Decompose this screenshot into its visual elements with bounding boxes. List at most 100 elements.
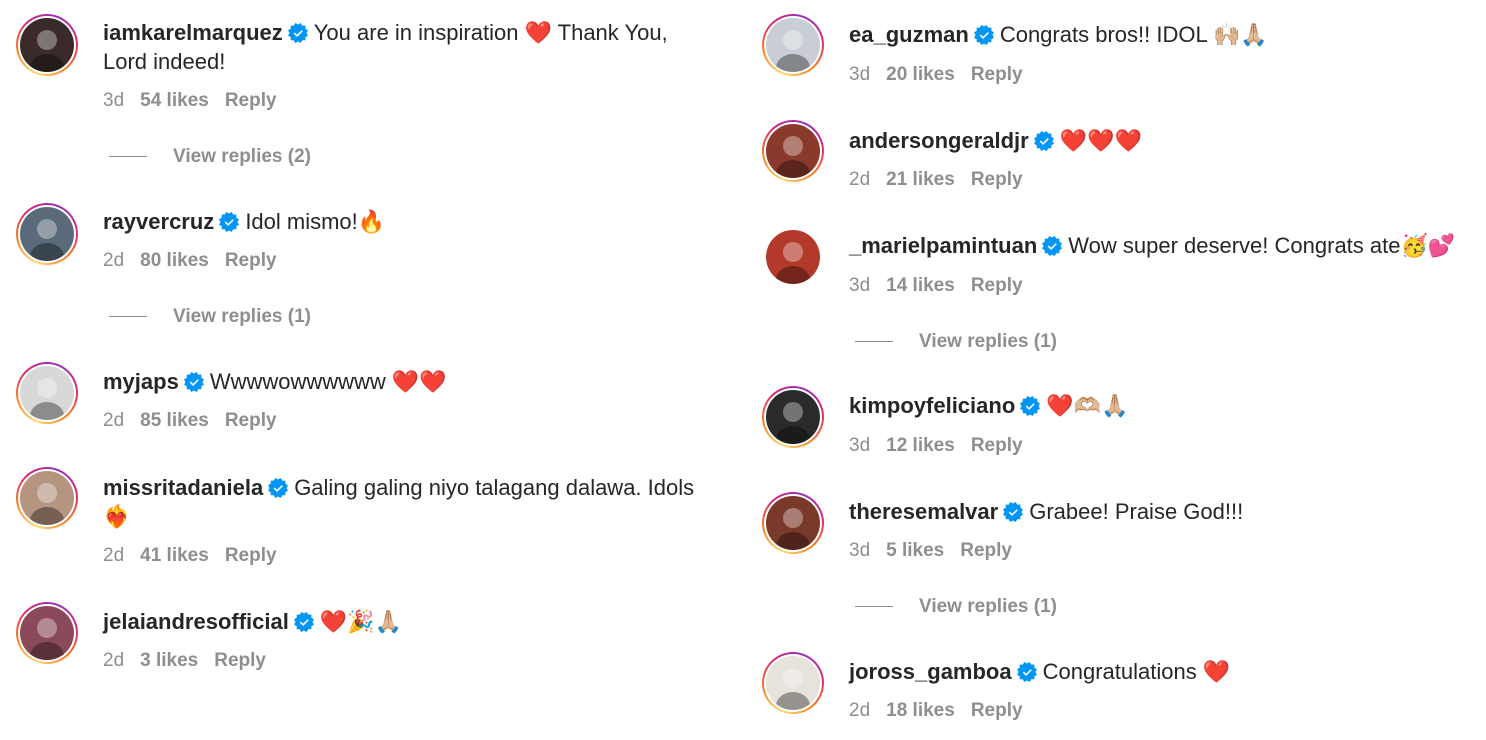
comment-body: missritadaniela Galing galing niyo talaga… <box>103 473 723 531</box>
verified-badge-icon <box>287 23 308 43</box>
comment-meta: 3d 12 likes Reply <box>849 434 1039 458</box>
username-link[interactable]: kimpoyfeliciano <box>849 393 1015 418</box>
comment-text: ❤️🎉🙏🏼 <box>319 609 403 634</box>
view-replies-label: View replies (1) <box>173 306 311 327</box>
timestamp[interactable]: 2d <box>103 545 124 566</box>
comment-body: iamkarelmarquez You are in inspiration ❤️… <box>103 18 703 76</box>
likes-count[interactable]: 3 likes <box>140 650 198 671</box>
comment-body: jelaiandresofficial ❤️🎉🙏🏼 <box>103 607 703 636</box>
avatar[interactable] <box>762 652 824 714</box>
comment-body: theresemalvar Grabee! Praise God!!! <box>849 497 1469 526</box>
comment-text: Idol mismo!🔥 <box>245 209 386 234</box>
verified-badge-icon <box>1003 502 1024 522</box>
reply-button[interactable]: Reply <box>971 435 1023 456</box>
username-link[interactable]: missritadaniela <box>103 475 263 500</box>
verified-badge-icon <box>1033 131 1054 151</box>
view-replies-button[interactable]: View replies (2) <box>109 145 311 169</box>
divider-line <box>855 341 893 343</box>
reply-button[interactable]: Reply <box>971 64 1023 85</box>
avatar[interactable] <box>16 362 78 424</box>
likes-count[interactable]: 41 likes <box>140 545 209 566</box>
comment-text: ❤️❤️❤️ <box>1059 128 1142 153</box>
timestamp[interactable]: 2d <box>849 700 870 721</box>
likes-count[interactable]: 80 likes <box>140 250 209 271</box>
view-replies-label: View replies (2) <box>173 146 311 167</box>
comment-body: kimpoyfeliciano ❤️🫶🏼🙏🏼 <box>849 391 1469 420</box>
verified-badge-icon <box>219 212 240 232</box>
likes-count[interactable]: 20 likes <box>886 64 955 85</box>
timestamp[interactable]: 3d <box>849 540 870 561</box>
view-replies-button[interactable]: View replies (1) <box>855 595 1057 619</box>
reply-button[interactable]: Reply <box>225 545 277 566</box>
avatar[interactable] <box>762 226 824 288</box>
comment-body: joross_gamboa Congratulations ❤️ <box>849 657 1469 686</box>
comment-meta: 3d 54 likes Reply <box>103 89 293 113</box>
comment-meta: 3d 20 likes Reply <box>849 63 1039 87</box>
reply-button[interactable]: Reply <box>971 700 1023 721</box>
reply-button[interactable]: Reply <box>214 650 266 671</box>
view-replies-button[interactable]: View replies (1) <box>855 330 1057 354</box>
username-link[interactable]: andersongeraldjr <box>849 128 1029 153</box>
view-replies-label: View replies (1) <box>919 596 1057 617</box>
view-replies-label: View replies (1) <box>919 331 1057 352</box>
username-link[interactable]: theresemalvar <box>849 499 998 524</box>
likes-count[interactable]: 21 likes <box>886 169 955 190</box>
divider-line <box>109 156 147 158</box>
timestamp[interactable]: 3d <box>849 275 870 296</box>
username-link[interactable]: iamkarelmarquez <box>103 20 283 45</box>
verified-badge-icon <box>183 372 204 392</box>
username-link[interactable]: joross_gamboa <box>849 659 1012 684</box>
comment-text: Congratulations ❤️ <box>1042 659 1231 684</box>
comment-meta: 2d 21 likes Reply <box>849 168 1039 192</box>
verified-badge-icon <box>268 478 289 498</box>
comment-body: _marielpamintuan Wow super deserve! Congr… <box>849 231 1486 260</box>
verified-badge-icon <box>973 25 994 45</box>
comment-meta: 2d 80 likes Reply <box>103 249 293 273</box>
reply-button[interactable]: Reply <box>225 90 277 111</box>
avatar[interactable] <box>16 467 78 529</box>
comment-text: Grabee! Praise God!!! <box>1029 499 1244 524</box>
username-link[interactable]: ea_guzman <box>849 22 969 47</box>
username-link[interactable]: myjaps <box>103 369 179 394</box>
likes-count[interactable]: 85 likes <box>140 410 209 431</box>
likes-count[interactable]: 18 likes <box>886 700 955 721</box>
likes-count[interactable]: 14 likes <box>886 275 955 296</box>
avatar[interactable] <box>762 14 824 76</box>
timestamp[interactable]: 3d <box>849 64 870 85</box>
timestamp[interactable]: 2d <box>849 169 870 190</box>
comment-text: Congrats bros!! IDOL 🙌🏼🙏🏼 <box>999 22 1268 47</box>
reply-button[interactable]: Reply <box>960 540 1012 561</box>
comment-body: myjaps Wwwwowwwwww ❤️❤️ <box>103 367 703 396</box>
comment-meta: 2d 18 likes Reply <box>849 699 1039 723</box>
username-link[interactable]: rayvercruz <box>103 209 214 234</box>
avatar[interactable] <box>16 14 78 76</box>
avatar[interactable] <box>762 120 824 182</box>
timestamp[interactable]: 2d <box>103 650 124 671</box>
likes-count[interactable]: 5 likes <box>886 540 944 561</box>
avatar[interactable] <box>16 602 78 664</box>
avatar[interactable] <box>762 492 824 554</box>
likes-count[interactable]: 54 likes <box>140 90 209 111</box>
comment-meta: 3d 14 likes Reply <box>849 274 1039 298</box>
verified-badge-icon <box>1016 662 1037 682</box>
reply-button[interactable]: Reply <box>225 410 277 431</box>
avatar[interactable] <box>762 386 824 448</box>
avatar[interactable] <box>16 203 78 265</box>
comment-text: ❤️🫶🏼🙏🏼 <box>1046 393 1129 418</box>
timestamp[interactable]: 2d <box>103 250 124 271</box>
comment-text: Wwwwowwwwww ❤️❤️ <box>209 369 447 394</box>
timestamp[interactable]: 3d <box>103 90 124 111</box>
reply-button[interactable]: Reply <box>971 275 1023 296</box>
timestamp[interactable]: 3d <box>849 435 870 456</box>
username-link[interactable]: _marielpamintuan <box>849 233 1037 258</box>
username-link[interactable]: jelaiandresofficial <box>103 609 289 634</box>
reply-button[interactable]: Reply <box>971 169 1023 190</box>
likes-count[interactable]: 12 likes <box>886 435 955 456</box>
view-replies-button[interactable]: View replies (1) <box>109 305 311 329</box>
timestamp[interactable]: 2d <box>103 410 124 431</box>
verified-badge-icon <box>293 612 314 632</box>
comment-body: ea_guzman Congrats bros!! IDOL 🙌🏼🙏🏼 <box>849 20 1469 49</box>
divider-line <box>109 316 147 318</box>
verified-badge-icon <box>1020 396 1041 416</box>
reply-button[interactable]: Reply <box>225 250 277 271</box>
